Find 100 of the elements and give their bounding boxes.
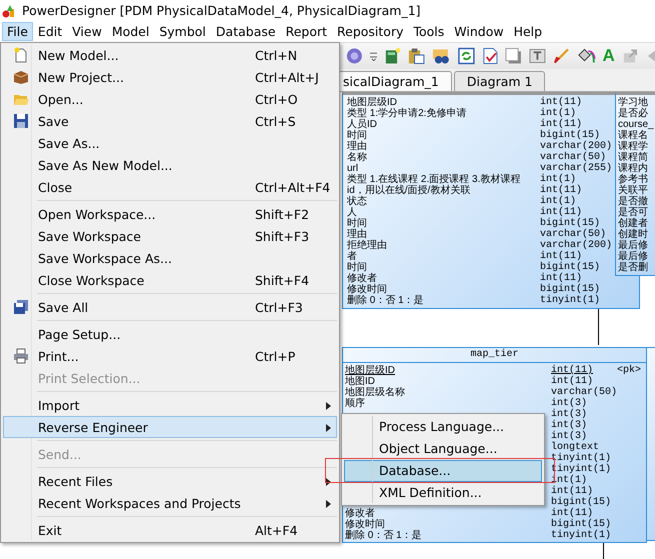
checked-document-icon[interactable] [482, 47, 498, 65]
menu-item[interactable]: Database [210, 22, 281, 41]
menu-item[interactable]: Print... Ctrl+P [3, 345, 337, 367]
menu-item[interactable]: Save Workspace Shift+F3 [3, 225, 337, 247]
column-type: int(3) [551, 398, 588, 409]
floppy-disks-icon [13, 299, 29, 315]
menu-item[interactable]: Edit [32, 22, 68, 41]
toolbar-grip-icon[interactable] [370, 51, 378, 61]
new-document-icon [13, 47, 29, 63]
menu-item[interactable]: Process Language... [344, 416, 542, 438]
column-name: 是否删 [617, 262, 648, 273]
column-type: int(11) [551, 365, 594, 376]
column-type: varchar(50) [540, 152, 606, 163]
column-type: bigint(15) [551, 497, 612, 508]
column-name: 课程学 [617, 141, 648, 152]
column-type: bigint(15) [540, 284, 602, 295]
menu-item[interactable]: Model [106, 22, 154, 41]
table-name: map_tier [470, 349, 518, 360]
menu-item[interactable]: Recent Files [3, 470, 337, 492]
column-type: varchar(50) [551, 387, 617, 398]
column-name: 类型 1.在线课程 2.面授课程 3.教材课程 [346, 174, 522, 185]
diagram-tab[interactable]: Diagram 1 [454, 71, 546, 91]
menu-item[interactable]: Database... [344, 460, 542, 482]
book-icon[interactable] [384, 47, 402, 65]
brush-icon[interactable] [552, 47, 570, 65]
printer-icon [13, 348, 29, 364]
paint-bucket-icon[interactable] [576, 47, 596, 65]
box-icon [13, 69, 29, 85]
menu-item[interactable]: Save As... [3, 132, 337, 154]
column-type: int(11) [551, 376, 594, 387]
column-name: 是否撤 [617, 196, 648, 207]
column-type: longtext [551, 442, 600, 453]
column-type: bigint(15) [540, 218, 600, 229]
column-type: int(11) [540, 207, 582, 218]
menu-item[interactable]: Reverse Engineer [3, 416, 337, 438]
menu-item[interactable]: Repository [332, 22, 408, 41]
column-name: 时间 [346, 130, 368, 141]
menu-item[interactable]: New Model... Ctrl+N [3, 44, 337, 66]
column-type: int(11) [540, 273, 582, 284]
binoculars-icon[interactable] [432, 47, 451, 65]
column-type: tinyint(1) [540, 295, 602, 306]
menu-item[interactable]: Save Ctrl+S [3, 110, 337, 132]
refresh-icon[interactable] [458, 47, 474, 65]
menu-item[interactable]: Save Workspace As... [3, 247, 337, 269]
menu-item[interactable]: Help [508, 22, 548, 41]
column-type: varchar(200) [540, 240, 614, 251]
menu-item[interactable]: Recent Workspaces and Projects [3, 492, 337, 514]
column-type: int(1) [540, 196, 576, 207]
menu-item[interactable]: Close Workspace Shift+F4 [3, 269, 337, 291]
menu-item[interactable]: Save All Ctrl+F3 [3, 296, 337, 318]
column-name: 地图层级名称 [344, 387, 406, 398]
column-type: varchar(200) [540, 141, 614, 152]
column-name: 最后修 [617, 251, 648, 262]
column-type: varchar(255) [540, 163, 614, 174]
column-type: tinyint(1) [551, 530, 612, 541]
menu-item[interactable]: Tools [408, 22, 450, 41]
column-name: 理由 [346, 141, 368, 152]
menu-item[interactable]: Open Workspace... Shift+F2 [3, 203, 337, 225]
menu-item[interactable]: Save As New Model... [3, 154, 337, 176]
menu-item[interactable]: View [67, 22, 107, 41]
menu-item[interactable]: Import [3, 394, 337, 416]
column-name: 人 [346, 207, 358, 218]
column-name: 学习地 [617, 97, 648, 108]
column-name: 名称 [346, 152, 368, 163]
menu-item[interactable]: XML Definition... [344, 482, 542, 504]
globe-icon[interactable] [346, 47, 363, 65]
column-name: 地图ID [344, 376, 376, 387]
menu-item[interactable]: Close Ctrl+Alt+F4 [3, 176, 337, 198]
clipboard-icon[interactable] [408, 47, 425, 65]
column-type: bigint(15) [551, 519, 612, 530]
column-type: int(11) [540, 97, 584, 108]
menu-item[interactable]: Window [449, 22, 509, 41]
square-icon[interactable] [505, 47, 522, 65]
column-name: 课程内 [617, 163, 648, 174]
column-type: int(11) [551, 508, 594, 519]
column-name: 是否必 [617, 108, 648, 119]
column-name: 状态 [346, 196, 368, 207]
menu-item[interactable]: Page Setup... [3, 323, 337, 345]
menu-item[interactable]: Report [280, 22, 332, 41]
column-name: 地图层级ID [344, 365, 396, 376]
column-name: 顺序 [344, 398, 366, 409]
column-name: 删除 0：否 1：是 [344, 530, 423, 541]
menu-item[interactable]: Exit Alt+F4 [3, 519, 337, 541]
column-type: int(11) [540, 251, 582, 262]
menu-item[interactable]: File [2, 22, 33, 41]
column-name: 拒绝理由 [346, 240, 388, 251]
column-name: 修改者 [344, 508, 376, 519]
column-name: 修改者 [346, 273, 378, 284]
window-title: PowerDesigner [PDM PhysicalDataModel_4, PhysicalDiagram_1] [22, 3, 421, 18]
menu-item[interactable]: Open... Ctrl+O [3, 88, 337, 110]
menu-item[interactable]: Object Language... [344, 438, 542, 460]
column-name: 人员ID [346, 119, 378, 130]
column-name: id，用以在线/面授/教材关联 [346, 185, 472, 196]
column-name: 是否可 [617, 207, 648, 218]
column-name: 时间 [346, 262, 367, 273]
column-name: 参考书 [617, 174, 648, 185]
column-type: int(11) [540, 185, 584, 196]
text-frame-icon[interactable] [529, 47, 546, 65]
menu-item[interactable]: Symbol [154, 22, 211, 41]
key-marker: <pk> [617, 365, 642, 376]
